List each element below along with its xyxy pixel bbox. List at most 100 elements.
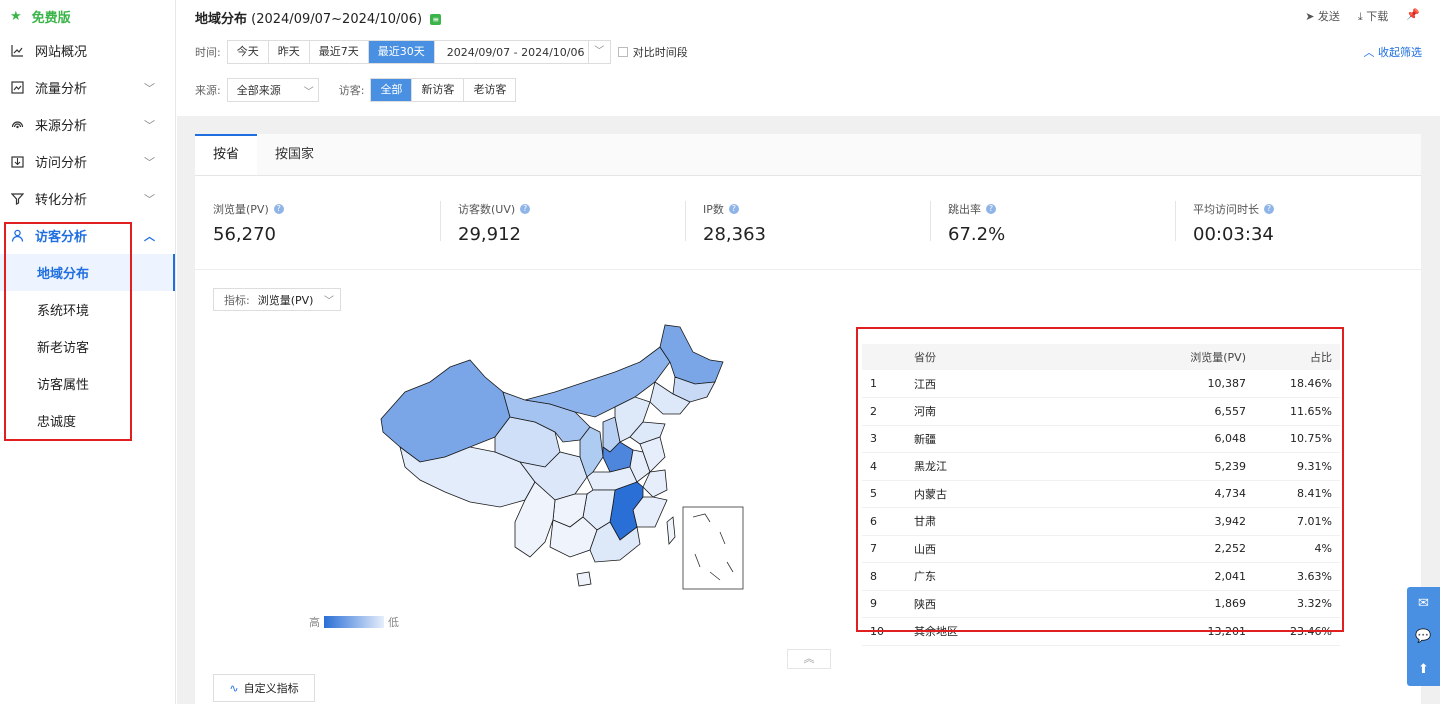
visitor-option-returning[interactable]: 老访客 (464, 79, 516, 101)
back-to-top-icon[interactable]: ⬆ (1418, 662, 1429, 677)
help-icon[interactable]: ? (728, 204, 739, 214)
table-row: 5 内蒙古 4,734 8.41% (862, 480, 1340, 508)
stat-label-text: 浏览量(PV) (213, 203, 269, 216)
sidebar-subitem-new-old[interactable]: 新老访客 (0, 328, 175, 365)
chevron-down-icon: ﹀ (144, 118, 155, 132)
metric-label: 指标: (224, 293, 250, 307)
collapse-filter-link[interactable]: ︿ 收起筛选 (1364, 44, 1423, 60)
pv-cell: 2,041 (1114, 562, 1254, 591)
region-card: 按省 按国家 浏览量(PV)? 56,270 访客数(UV)? 29,912 I… (195, 134, 1421, 704)
table-row: 6 甘肃 3,942 7.01% (862, 507, 1340, 536)
china-map-svg (380, 324, 744, 590)
china-map[interactable] (375, 322, 755, 602)
date-range-value: 2024/09/07 - 2024/10/06 (446, 45, 585, 59)
visitor-option-all[interactable]: 全部 (371, 79, 413, 101)
table-row: 8 广东 2,041 3.63% (862, 562, 1340, 591)
map-legend: 高 低 (309, 614, 399, 630)
rank-cell: 4 (862, 452, 906, 481)
sidebar-item-conversion[interactable]: 转化分析 ﹀ (0, 180, 175, 217)
sidebar-item-source[interactable]: 来源分析 ﹀ (0, 106, 175, 143)
chevron-up-icon: ︿ (144, 229, 155, 243)
sidebar-subitem-region[interactable]: 地域分布 (0, 254, 175, 291)
column-header-pv[interactable]: 浏览量(PV) (1114, 344, 1254, 370)
wechat-icon[interactable]: 💬 (1415, 629, 1431, 644)
help-icon[interactable]: ? (1264, 204, 1274, 214)
tab-by-country[interactable]: 按国家 (257, 134, 332, 175)
sidebar: ★ 免费版 网站概况 流量分析 ﹀ 来源分析 ﹀ 访问分析 ﹀ 转化分析 ﹀ 访… (0, 0, 176, 704)
sidebar-subitem-system[interactable]: 系统环境 (0, 291, 175, 328)
time-option-7days[interactable]: 最近7天 (309, 41, 369, 63)
send-button[interactable]: ➤ 发送 (1305, 8, 1340, 24)
source-value: 全部来源 (236, 84, 281, 97)
send-label: 发送 (1317, 10, 1340, 23)
download-icon: ⤓ (1357, 10, 1363, 23)
province-ranking-table: 省份 浏览量(PV) 占比 1 江西 10,387 18.46% 2 河南 6,557 11… (862, 344, 1340, 646)
time-option-30days[interactable]: 最近30天 (368, 41, 434, 63)
help-icon[interactable]: ? (986, 204, 996, 214)
stat-label: 平均访问时长? (1193, 201, 1420, 217)
notes-badge-icon[interactable]: ≡ (430, 14, 442, 25)
map-region-hainan (576, 571, 592, 587)
time-option-yesterday[interactable]: 昨天 (268, 41, 310, 63)
brand: ★ 免费版 (0, 0, 175, 32)
stat-value: 67.2% (948, 224, 1006, 245)
tab-by-province[interactable]: 按省 (195, 134, 258, 175)
title-text: 地域分布 (195, 12, 248, 27)
pulse-icon: ∿ (229, 681, 239, 695)
stat-label: 访客数(UV)? (458, 201, 685, 217)
download-box-icon (10, 155, 24, 169)
column-header-share[interactable]: 占比 (1254, 344, 1340, 370)
map-region-xinjiang (380, 359, 511, 463)
metric-select[interactable]: 指标: 浏览量(PV) ﹀ (213, 288, 341, 311)
share-cell: 9.31% (1254, 452, 1340, 481)
province-cell: 甘肃 (906, 507, 1114, 536)
sidebar-subitem-attributes[interactable]: 访客属性 (0, 365, 175, 402)
share-cell: 18.46% (1254, 370, 1340, 398)
legend-high: 高 (309, 616, 320, 629)
pin-icon[interactable]: 📌 (1406, 8, 1420, 24)
date-range-picker[interactable]: 2024/09/07 - 2024/10/06 ﹀ (434, 40, 611, 64)
stat-label-text: 平均访问时长 (1193, 203, 1259, 216)
line-chart-icon (10, 44, 24, 58)
column-header-province[interactable]: 省份 (906, 344, 1114, 370)
custom-metric-button[interactable]: ∿ 自定义指标 (213, 674, 315, 702)
pv-cell: 2,252 (1114, 535, 1254, 563)
sidebar-item-visit[interactable]: 访问分析 ﹀ (0, 143, 175, 180)
visitor-segment: 全部 新访客 老访客 (370, 78, 517, 102)
metric-value: 浏览量(PV) (257, 293, 314, 307)
sidebar-item-traffic[interactable]: 流量分析 ﹀ (0, 69, 175, 106)
sidebar-subitem-loyalty[interactable]: 忠诚度 (0, 402, 175, 439)
province-cell: 河南 (906, 397, 1114, 426)
sidebar-item-overview[interactable]: 网站概况 (0, 32, 175, 69)
map-region-heilongjiang (659, 324, 724, 385)
table-row: 7 山西 2,252 4% (862, 535, 1340, 563)
mail-icon[interactable]: ✉ (1418, 596, 1429, 611)
time-option-today[interactable]: 今天 (227, 41, 269, 63)
province-cell: 广东 (906, 562, 1114, 591)
compare-checkbox[interactable]: 对比时间段 (617, 44, 688, 60)
checkbox-box[interactable] (617, 47, 628, 57)
stat-value: 29,912 (458, 224, 521, 245)
table-row: 9 陕西 1,869 3.32% (862, 590, 1340, 618)
pv-cell: 5,239 (1114, 452, 1254, 481)
help-icon[interactable]: ? (520, 204, 531, 214)
tab-bar: 按省 按国家 (195, 134, 1421, 176)
share-cell: 3.63% (1254, 562, 1340, 591)
pv-cell: 13,201 (1114, 617, 1254, 646)
stat-pv: 浏览量(PV)? 56,270 (195, 176, 440, 269)
source-select[interactable]: 全部来源 ﹀ (226, 78, 319, 102)
star-icon: ★ (10, 8, 22, 24)
pv-cell: 3,942 (1114, 507, 1254, 536)
custom-metric-label: 自定义指标 (243, 682, 299, 695)
visitor-option-new[interactable]: 新访客 (412, 79, 465, 101)
rank-cell: 3 (862, 425, 906, 453)
province-cell: 其余地区 (906, 617, 1114, 646)
stat-label: IP数? (703, 201, 930, 217)
sidebar-item-visitor[interactable]: 访客分析 ︿ (0, 217, 175, 254)
download-button[interactable]: ⤓ 下载 (1358, 8, 1388, 24)
signal-icon (10, 118, 24, 132)
column-header-rank (862, 344, 906, 370)
help-icon[interactable]: ? (273, 204, 284, 214)
pv-cell: 6,557 (1114, 397, 1254, 426)
collapse-up-button[interactable]: ︽ (787, 649, 831, 669)
